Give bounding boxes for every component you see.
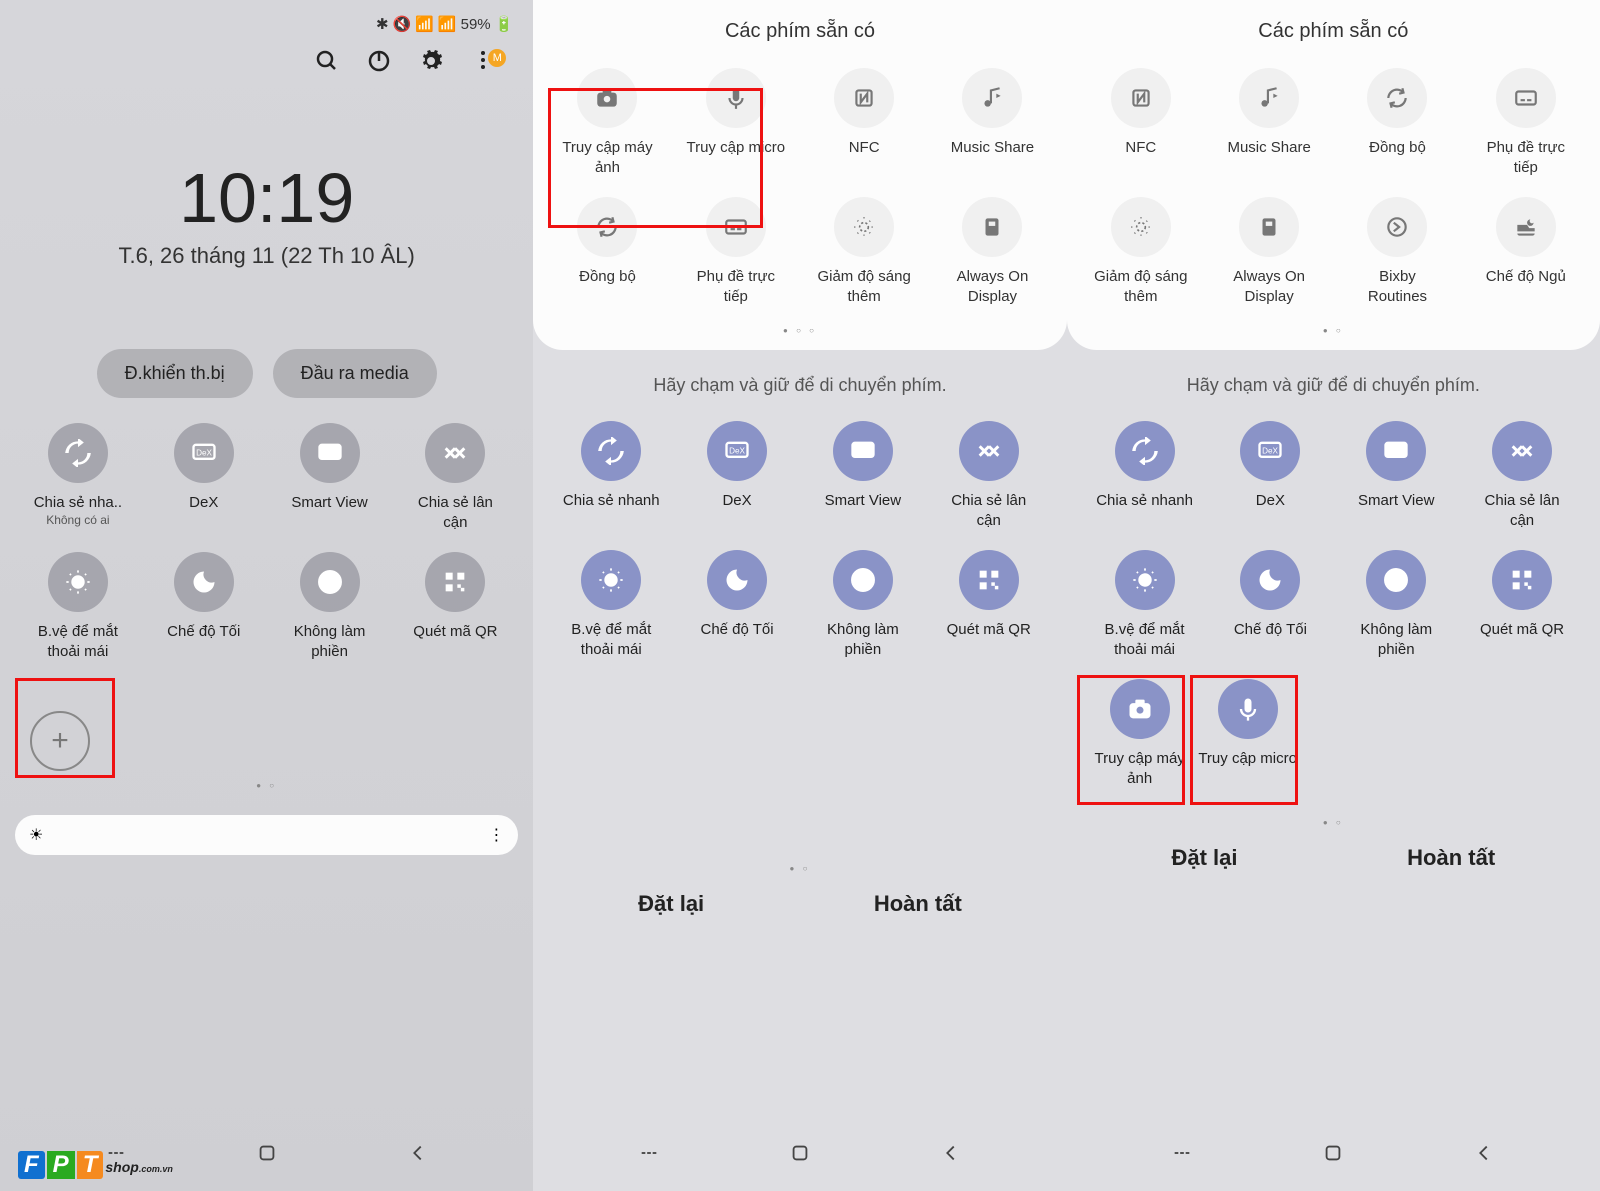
gear-icon[interactable] bbox=[419, 49, 443, 78]
tile-aod[interactable]: Always On Display bbox=[1219, 197, 1319, 306]
brightness-slider[interactable]: ☀ ⋮ bbox=[15, 815, 518, 855]
tile-sync[interactable]: Đồng bộ bbox=[1347, 68, 1447, 177]
battery-text: 59% bbox=[461, 16, 491, 33]
tile-dark-mode[interactable]: Chế độ Tối bbox=[154, 552, 254, 661]
tile-qr-scan[interactable]: Quét mã QR bbox=[405, 552, 505, 661]
done-button[interactable]: Hoàn tất bbox=[1407, 845, 1495, 871]
tile-live-caption[interactable]: Phụ đề trực tiếp bbox=[1476, 68, 1576, 177]
page-indicator: ● ○ bbox=[0, 781, 533, 790]
highlight-mic bbox=[1190, 675, 1298, 805]
panel-quick-settings: ✱ 🔇 📶 📶 59% 🔋 M 10:19 T.6, 26 tháng 11 (… bbox=[0, 0, 533, 1191]
tile-extra-dim[interactable]: Giảm độ sáng thêm bbox=[1091, 197, 1191, 306]
instruction-text: Hãy chạm và giữ để di chuyển phím. bbox=[533, 350, 1066, 421]
recents-button[interactable] bbox=[1171, 1142, 1193, 1169]
tile-bixby-routines[interactable]: Bixby Routines bbox=[1347, 197, 1447, 306]
tile-nearby-share[interactable]: Chia sẻ lân cận bbox=[1472, 421, 1572, 530]
tile-smart-view[interactable]: Smart View bbox=[1346, 421, 1446, 530]
tile-qr-scan[interactable]: Quét mã QR bbox=[939, 550, 1039, 659]
section-title: Các phím sẵn có bbox=[1077, 20, 1590, 43]
section-title: Các phím sẵn có bbox=[543, 20, 1056, 43]
tile-dex[interactable]: DeXDeX bbox=[154, 423, 254, 532]
tile-quick-share[interactable]: Chia sẻ nha..Không có ai bbox=[28, 423, 128, 532]
done-button[interactable]: Hoàn tất bbox=[874, 891, 962, 917]
tile-eye-comfort[interactable]: AB.vệ để mắt thoải mái bbox=[28, 552, 128, 661]
tile-eye-comfort[interactable]: AB.vệ để mắt thoải mái bbox=[561, 550, 661, 659]
battery-icon: 🔋 bbox=[495, 15, 514, 33]
tile-music-share[interactable]: Music Share bbox=[942, 68, 1042, 177]
page-indicator: ● ○ bbox=[1077, 326, 1590, 335]
svg-text:DeX: DeX bbox=[1262, 446, 1278, 455]
tile-qr-scan[interactable]: Quét mã QR bbox=[1472, 550, 1572, 659]
tile-aod[interactable]: Always On Display bbox=[942, 197, 1042, 306]
brightness-more-icon[interactable]: ⋮ bbox=[488, 825, 504, 845]
home-button[interactable] bbox=[256, 1142, 278, 1169]
panel-after-add: Các phím sẵn có NFC Music Share Đồng bộ … bbox=[1067, 0, 1600, 1191]
tile-dnd[interactable]: Không làm phiền bbox=[813, 550, 913, 659]
home-button[interactable] bbox=[1322, 1142, 1344, 1169]
highlight-available bbox=[548, 88, 763, 228]
more-icon[interactable]: M bbox=[471, 48, 513, 78]
mute-icon: 🔇 bbox=[393, 15, 412, 33]
tile-extra-dim[interactable]: Giảm độ sáng thêm bbox=[814, 197, 914, 306]
tile-quick-share[interactable]: Chia sẻ nhanh bbox=[561, 421, 661, 530]
recents-button[interactable] bbox=[638, 1142, 660, 1169]
tile-quick-share[interactable]: Chia sẻ nhanh bbox=[1095, 421, 1195, 530]
wifi-icon: 📶 bbox=[415, 15, 434, 33]
search-icon[interactable] bbox=[315, 49, 339, 78]
tile-nearby-share[interactable]: Chia sẻ lân cận bbox=[939, 421, 1039, 530]
tile-dex[interactable]: DeXDeX bbox=[687, 421, 787, 530]
home-button[interactable] bbox=[789, 1142, 811, 1169]
tile-dnd[interactable]: Không làm phiền bbox=[280, 552, 380, 661]
device-control-button[interactable]: Đ.khiển th.bị bbox=[97, 349, 253, 398]
tile-smart-view[interactable]: Smart View bbox=[280, 423, 380, 532]
tile-dnd[interactable]: Không làm phiền bbox=[1346, 550, 1446, 659]
page-indicator: ● ○ bbox=[533, 864, 1066, 873]
nav-bar bbox=[533, 1120, 1066, 1191]
nav-bar bbox=[1067, 1120, 1600, 1191]
back-button[interactable] bbox=[1473, 1142, 1495, 1169]
highlight-add bbox=[15, 678, 115, 778]
clock-date: T.6, 26 tháng 11 (22 Th 10 ÂL) bbox=[0, 243, 533, 269]
toolbar: M bbox=[0, 38, 533, 88]
back-button[interactable] bbox=[407, 1142, 429, 1169]
svg-text:DeX: DeX bbox=[196, 448, 212, 457]
status-bar: ✱ 🔇 📶 📶 59% 🔋 bbox=[0, 0, 533, 38]
reset-button[interactable]: Đặt lại bbox=[638, 891, 704, 917]
panel-available-buttons: Các phím sẵn có Truy cập máy ảnh Truy cậ… bbox=[533, 0, 1066, 1191]
tile-smart-view[interactable]: Smart View bbox=[813, 421, 913, 530]
bt-icon: ✱ bbox=[376, 15, 389, 33]
svg-text:DeX: DeX bbox=[729, 446, 745, 455]
tile-nearby-share[interactable]: Chia sẻ lân cận bbox=[405, 423, 505, 532]
clock-time: 10:19 bbox=[0, 158, 533, 238]
tile-eye-comfort[interactable]: AB.vệ để mắt thoải mái bbox=[1095, 550, 1195, 659]
back-button[interactable] bbox=[940, 1142, 962, 1169]
tile-dex[interactable]: DeXDeX bbox=[1220, 421, 1320, 530]
reset-button[interactable]: Đặt lại bbox=[1171, 845, 1237, 871]
tile-nfc[interactable]: NFC bbox=[1091, 68, 1191, 177]
tile-nfc[interactable]: NFC bbox=[814, 68, 914, 177]
tile-dark-mode[interactable]: Chế độ Tối bbox=[687, 550, 787, 659]
tile-dark-mode[interactable]: Chế độ Tối bbox=[1220, 550, 1320, 659]
power-icon[interactable] bbox=[367, 49, 391, 78]
media-output-button[interactable]: Đầu ra media bbox=[273, 349, 437, 398]
signal-icon: 📶 bbox=[438, 15, 457, 33]
svg-text:A: A bbox=[1142, 577, 1148, 586]
page-indicator: ● ○ bbox=[1067, 818, 1600, 827]
tile-music-share[interactable]: Music Share bbox=[1219, 68, 1319, 177]
instruction-text: Hãy chạm và giữ để di chuyển phím. bbox=[1067, 350, 1600, 421]
highlight-camera bbox=[1077, 675, 1185, 805]
brightness-icon: ☀ bbox=[29, 825, 43, 845]
tile-sleep-mode[interactable]: Chế độ Ngủ bbox=[1476, 197, 1576, 306]
svg-text:A: A bbox=[75, 579, 81, 588]
watermark: FPT shop.com.vn bbox=[18, 1151, 173, 1179]
page-indicator: ● ○ ○ bbox=[543, 326, 1056, 335]
svg-text:A: A bbox=[609, 577, 615, 586]
